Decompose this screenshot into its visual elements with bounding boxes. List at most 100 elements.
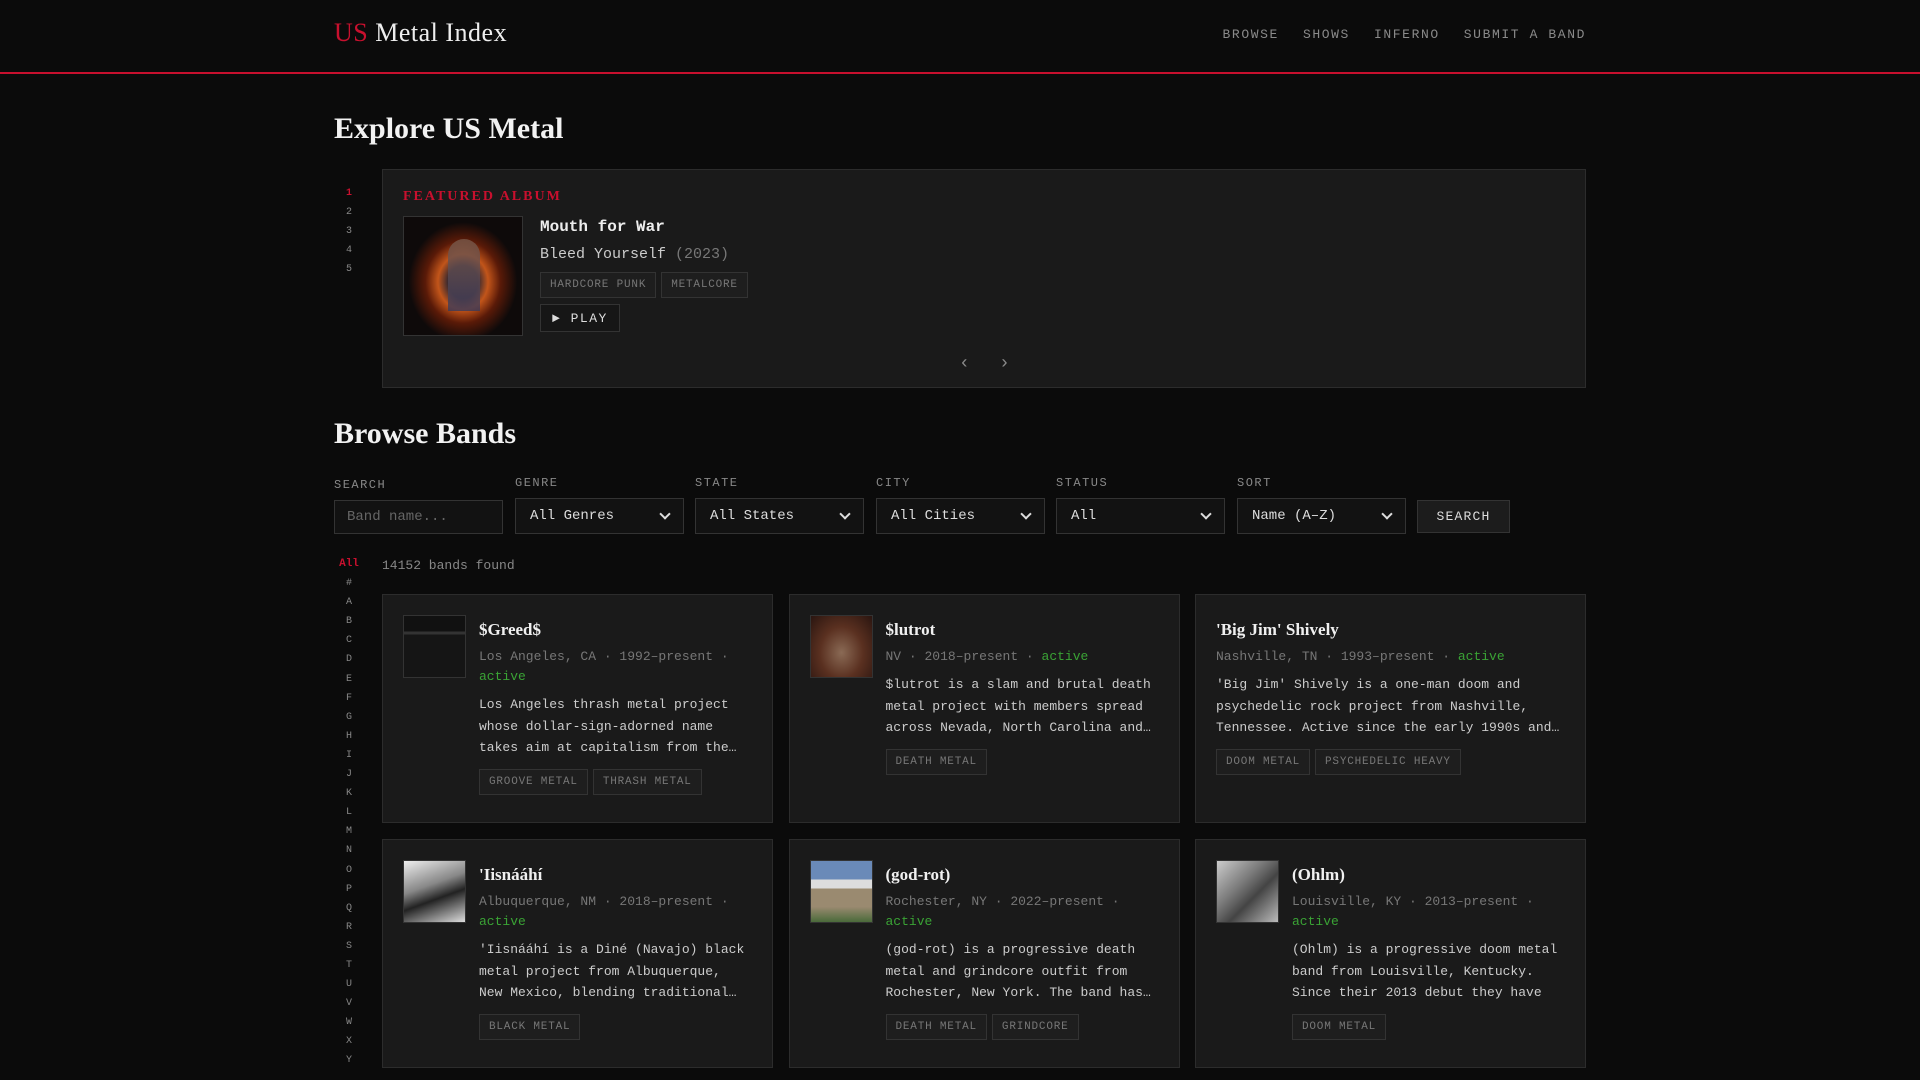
band-location-years: Nashville, TN · 1993–present ·: [1216, 649, 1458, 664]
album-title[interactable]: Mouth for War: [540, 218, 665, 236]
alphabet-letter[interactable]: L: [336, 803, 362, 822]
play-button[interactable]: ► PLAY: [540, 304, 620, 332]
band-location-years: Rochester, NY · 2022–present ·: [885, 894, 1120, 909]
genre-tag[interactable]: PSYCHEDELIC HEAVY: [1315, 748, 1461, 775]
genre-tag[interactable]: DOOM METAL: [1292, 1013, 1387, 1040]
alphabet-letter[interactable]: H: [336, 727, 362, 746]
slide-indicator[interactable]: 5: [340, 260, 358, 279]
chevron-right-icon[interactable]: ›: [999, 354, 1010, 374]
band-meta: Louisville, KY · 2013–present · active: [1292, 892, 1565, 932]
band-name[interactable]: $Greed$: [479, 615, 752, 645]
alphabet-letter[interactable]: F: [336, 689, 362, 708]
alphabet-letter[interactable]: W: [336, 1013, 362, 1032]
select-value: All Genres: [530, 508, 615, 524]
band-name[interactable]: (Ohlm): [1292, 860, 1565, 890]
alphabet-letter[interactable]: C: [336, 631, 362, 650]
alphabet-letter[interactable]: #: [336, 574, 362, 593]
band-thumbnail[interactable]: [403, 615, 466, 678]
band-description: Los Angeles thrash metal project whose d…: [479, 697, 729, 755]
filter-select-city[interactable]: All Cities: [876, 498, 1045, 534]
alphabet-letter[interactable]: A: [336, 593, 362, 612]
band-name[interactable]: $lutrot: [886, 615, 1159, 645]
alphabet-letter[interactable]: U: [336, 975, 362, 994]
chevron-down-icon: [659, 508, 671, 520]
select-value: All States: [710, 508, 795, 524]
band-card-body: $Greed$ Los Angeles, CA · 1992–present · …: [479, 615, 752, 795]
genre-tag[interactable]: THRASH METAL: [592, 768, 702, 795]
logo-text: Metal Index: [368, 18, 508, 47]
alphabet-letter[interactable]: R: [336, 918, 362, 937]
band-thumbnail[interactable]: [809, 615, 873, 678]
band-description: 'Iisnááhí is a Diné (Navajo) black metal…: [479, 942, 745, 1000]
search-button[interactable]: SEARCH: [1417, 500, 1510, 533]
band-name[interactable]: (god-rot): [886, 860, 1159, 890]
band-tags: DOOM METAL: [1292, 1013, 1565, 1040]
band-meta: Los Angeles, CA · 1992–present · active: [479, 647, 752, 687]
alphabet-letter[interactable]: B: [336, 612, 362, 631]
slide-indicator[interactable]: 3: [340, 222, 358, 241]
alphabet-letter[interactable]: G: [336, 708, 362, 727]
band-card[interactable]: 'Big Jim' Shively Nashville, TN · 1993–pr…: [1195, 594, 1586, 823]
album-cover[interactable]: [403, 216, 523, 336]
alphabet-letter[interactable]: J: [336, 765, 362, 784]
band-name[interactable]: 'Big Jim' Shively: [1216, 615, 1565, 645]
band-card[interactable]: $Greed$ Los Angeles, CA · 1992–present · …: [382, 594, 773, 823]
slide-indicator[interactable]: 2: [340, 203, 358, 222]
genre-tag[interactable]: DOOM METAL: [1216, 748, 1311, 775]
band-location-years: Albuquerque, NM · 2018–present ·: [479, 894, 729, 909]
genre-tag[interactable]: GROOVE METAL: [479, 768, 588, 795]
search-input[interactable]: Band name...: [334, 500, 503, 534]
genre-tag[interactable]: BLACK METAL: [479, 1013, 581, 1040]
alphabet-letter[interactable]: T: [336, 956, 362, 975]
filter-label: CITY: [876, 476, 911, 490]
filter-select-sort[interactable]: Name (A–Z): [1237, 498, 1406, 534]
alphabet-letter[interactable]: E: [336, 670, 362, 689]
filter-label: STATUS: [1056, 476, 1109, 490]
nav-submit-band[interactable]: SUBMIT A BAND: [1464, 27, 1586, 42]
genre-tag[interactable]: DEATH METAL: [885, 1013, 987, 1040]
band-name[interactable]: 'Iisnááhí: [479, 860, 752, 890]
band-card[interactable]: $lutrot NV · 2018–present · active $lutrot…: [788, 594, 1180, 823]
nav-browse[interactable]: BROWSE: [1223, 27, 1279, 42]
nav-inferno[interactable]: INFERNO: [1374, 27, 1440, 42]
band-card-body: $lutrot NV · 2018–present · active $lutrot…: [885, 615, 1159, 775]
genre-tag[interactable]: METALCORE: [661, 272, 748, 298]
album-year: (2023): [675, 246, 730, 263]
band-thumbnail[interactable]: [403, 860, 466, 923]
band-card[interactable]: (god-rot) Rochester, NY · 2022–present · …: [788, 839, 1180, 1068]
band-card[interactable]: 'Iisnááhí Albuquerque, NM · 2018–present …: [382, 839, 773, 1068]
alphabet-letter[interactable]: Q: [336, 899, 362, 918]
band-tags: DEATH METAL: [885, 748, 1159, 775]
artist-name[interactable]: Bleed Yourself: [540, 246, 666, 263]
alphabet-letter[interactable]: V: [336, 994, 362, 1013]
band-card[interactable]: (Ohlm) Louisville, KY · 2013–present · ac…: [1195, 839, 1586, 1068]
filter-label: SORT: [1237, 476, 1272, 490]
band-location-years: NV · 2018–present ·: [885, 649, 1042, 664]
alphabet-letter[interactable]: N: [336, 841, 362, 860]
site-logo[interactable]: US Metal Index: [334, 18, 507, 48]
alphabet-letter[interactable]: P: [336, 880, 362, 899]
band-tags: GROOVE METAL THRASH METAL: [479, 768, 752, 795]
band-thumbnail[interactable]: [809, 860, 873, 923]
alphabet-letter[interactable]: D: [336, 650, 362, 669]
genre-tag[interactable]: DEATH METAL: [885, 748, 987, 775]
alphabet-letter[interactable]: O: [336, 861, 362, 880]
nav-shows[interactable]: SHOWS: [1303, 27, 1350, 42]
alphabet-letter[interactable]: S: [336, 937, 362, 956]
chevron-left-icon[interactable]: ‹: [959, 354, 970, 374]
filter-select-genre[interactable]: All Genres: [515, 498, 684, 534]
alphabet-letter[interactable]: X: [336, 1032, 362, 1051]
alphabet-letter[interactable]: M: [336, 822, 362, 841]
alphabet-letter[interactable]: K: [336, 784, 362, 803]
alphabet-letter[interactable]: I: [336, 746, 362, 765]
filter-select-status[interactable]: All: [1056, 498, 1225, 534]
status-badge: active: [885, 914, 933, 929]
genre-tag[interactable]: GRINDCORE: [991, 1013, 1079, 1040]
alphabet-letter[interactable]: All: [336, 555, 362, 574]
genre-tag[interactable]: HARDCORE PUNK: [540, 272, 657, 298]
alphabet-letter[interactable]: Y: [336, 1051, 362, 1070]
slide-indicator[interactable]: 4: [340, 241, 358, 260]
filter-select-state[interactable]: All States: [695, 498, 864, 534]
band-thumbnail[interactable]: [1216, 860, 1279, 923]
slide-indicator[interactable]: 1: [340, 184, 358, 203]
